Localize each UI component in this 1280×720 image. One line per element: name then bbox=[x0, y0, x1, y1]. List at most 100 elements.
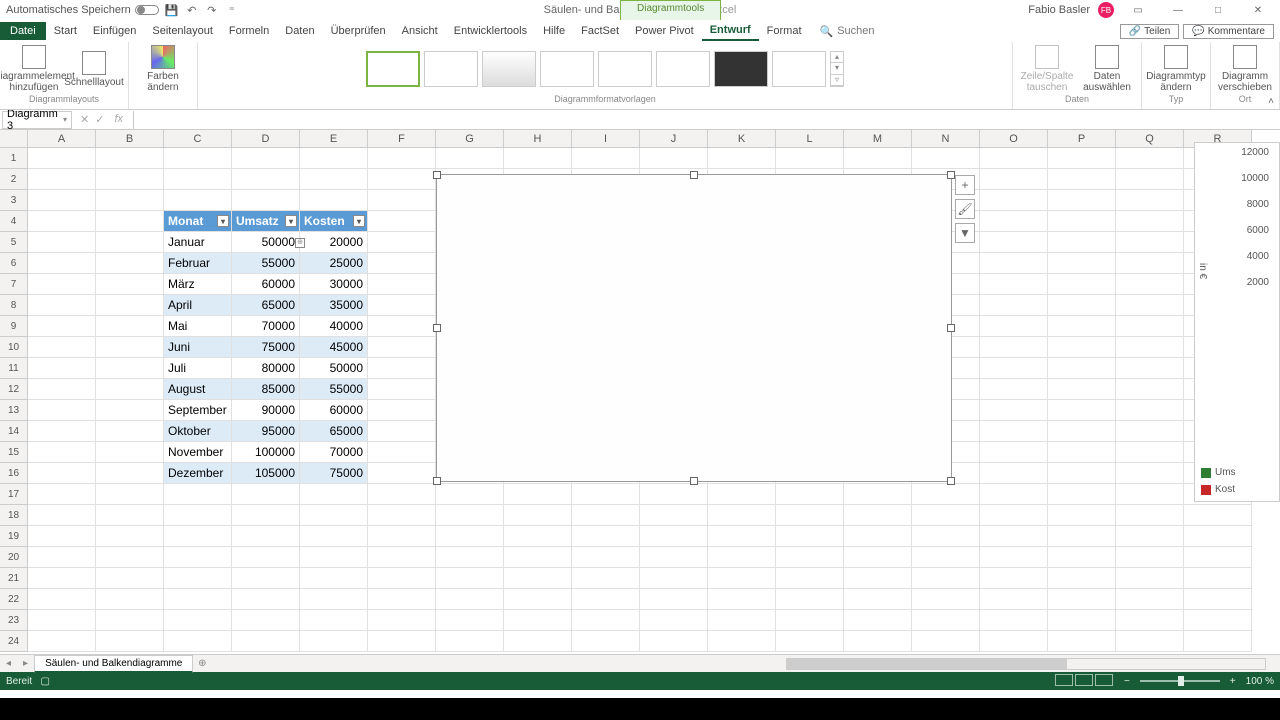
cell[interactable] bbox=[164, 526, 232, 547]
menu-formeln[interactable]: Formeln bbox=[221, 22, 277, 40]
cell[interactable] bbox=[1116, 337, 1184, 358]
row-header[interactable]: 6 bbox=[0, 253, 28, 274]
cell[interactable] bbox=[980, 253, 1048, 274]
cell[interactable] bbox=[164, 169, 232, 190]
cell[interactable] bbox=[300, 610, 368, 631]
cell[interactable] bbox=[368, 274, 436, 295]
cell[interactable]: Februar bbox=[164, 253, 232, 274]
cell[interactable] bbox=[980, 463, 1048, 484]
cell[interactable] bbox=[368, 526, 436, 547]
cell[interactable] bbox=[300, 148, 368, 169]
cell[interactable]: Monat▾ bbox=[164, 211, 232, 232]
cell[interactable] bbox=[504, 148, 572, 169]
cell[interactable] bbox=[300, 526, 368, 547]
cell[interactable] bbox=[232, 505, 300, 526]
menu-start[interactable]: Start bbox=[46, 22, 85, 40]
cell[interactable] bbox=[504, 589, 572, 610]
cancel-formula-icon[interactable]: ✕ bbox=[80, 113, 89, 126]
cell[interactable] bbox=[1048, 148, 1116, 169]
cell[interactable] bbox=[980, 547, 1048, 568]
cell[interactable] bbox=[1116, 547, 1184, 568]
cell[interactable] bbox=[96, 169, 164, 190]
cell[interactable] bbox=[1048, 442, 1116, 463]
menu-factset[interactable]: FactSet bbox=[573, 22, 627, 40]
chart-filter-icon[interactable]: ▼ bbox=[955, 223, 975, 243]
cell[interactable] bbox=[436, 589, 504, 610]
menu-seitenlayout[interactable]: Seitenlayout bbox=[144, 22, 221, 40]
cell[interactable]: Juni bbox=[164, 337, 232, 358]
cell[interactable] bbox=[1116, 211, 1184, 232]
switch-row-col-button[interactable]: Zeile/Spalte tauschen bbox=[1019, 45, 1075, 93]
cell[interactable] bbox=[640, 484, 708, 505]
cell[interactable] bbox=[708, 589, 776, 610]
cell[interactable] bbox=[28, 274, 96, 295]
cell[interactable] bbox=[1116, 589, 1184, 610]
cell[interactable]: 100000 bbox=[232, 442, 300, 463]
cell[interactable] bbox=[164, 484, 232, 505]
menu-power pivot[interactable]: Power Pivot bbox=[627, 22, 702, 40]
cell[interactable] bbox=[300, 631, 368, 652]
cell[interactable] bbox=[1116, 610, 1184, 631]
cell[interactable] bbox=[572, 484, 640, 505]
menu-datei[interactable]: Datei bbox=[0, 22, 46, 40]
cell[interactable]: 80000 bbox=[232, 358, 300, 379]
cell[interactable]: 55000 bbox=[232, 253, 300, 274]
cell[interactable] bbox=[96, 190, 164, 211]
cell[interactable] bbox=[232, 148, 300, 169]
cell[interactable] bbox=[28, 232, 96, 253]
col-header[interactable]: H bbox=[504, 130, 572, 148]
cell[interactable] bbox=[1116, 526, 1184, 547]
cell[interactable] bbox=[164, 568, 232, 589]
cell[interactable] bbox=[980, 316, 1048, 337]
filter-icon[interactable]: ▾ bbox=[285, 215, 297, 227]
cell[interactable] bbox=[300, 484, 368, 505]
cell[interactable] bbox=[368, 421, 436, 442]
cell[interactable] bbox=[368, 316, 436, 337]
chart-elements-icon[interactable]: + bbox=[955, 175, 975, 195]
cell[interactable] bbox=[96, 526, 164, 547]
row-header[interactable]: 19 bbox=[0, 526, 28, 547]
resize-handle[interactable] bbox=[947, 477, 955, 485]
col-header[interactable]: F bbox=[368, 130, 436, 148]
macro-record-icon[interactable]: ▢ bbox=[40, 676, 49, 687]
menu-format[interactable]: Format bbox=[759, 22, 810, 40]
row-header[interactable]: 15 bbox=[0, 442, 28, 463]
comments-button[interactable]: 💬 Kommentare bbox=[1183, 24, 1274, 39]
cell[interactable] bbox=[232, 568, 300, 589]
cell[interactable] bbox=[28, 379, 96, 400]
cell[interactable] bbox=[1184, 505, 1252, 526]
cell[interactable] bbox=[1048, 463, 1116, 484]
cell[interactable] bbox=[368, 148, 436, 169]
cell[interactable] bbox=[1116, 190, 1184, 211]
menu-einfügen[interactable]: Einfügen bbox=[85, 22, 144, 40]
cell[interactable] bbox=[96, 211, 164, 232]
cell[interactable] bbox=[1116, 148, 1184, 169]
cell[interactable] bbox=[232, 169, 300, 190]
row-header[interactable]: 18 bbox=[0, 505, 28, 526]
cell[interactable] bbox=[300, 547, 368, 568]
cell[interactable] bbox=[844, 505, 912, 526]
cell[interactable] bbox=[708, 526, 776, 547]
cell[interactable] bbox=[844, 631, 912, 652]
move-chart-button[interactable]: Diagramm verschieben bbox=[1217, 45, 1273, 93]
chart-style-7[interactable] bbox=[714, 51, 768, 87]
secondary-chart[interactable]: 12000 10000 8000 6000 4000 2000 in € Ums… bbox=[1194, 142, 1280, 502]
cell[interactable] bbox=[776, 589, 844, 610]
cell[interactable] bbox=[980, 442, 1048, 463]
cell[interactable] bbox=[28, 190, 96, 211]
confirm-formula-icon[interactable]: ✓ bbox=[95, 113, 104, 126]
cell[interactable] bbox=[96, 589, 164, 610]
add-sheet-icon[interactable]: ⊕ bbox=[193, 658, 211, 669]
cell[interactable] bbox=[232, 190, 300, 211]
cell[interactable] bbox=[368, 253, 436, 274]
change-colors-button[interactable]: Farben ändern bbox=[135, 45, 191, 93]
cell[interactable] bbox=[368, 295, 436, 316]
row-header[interactable]: 3 bbox=[0, 190, 28, 211]
cell[interactable] bbox=[28, 547, 96, 568]
cell[interactable]: Juli bbox=[164, 358, 232, 379]
resize-handle[interactable] bbox=[433, 324, 441, 332]
cell[interactable] bbox=[96, 295, 164, 316]
cell[interactable] bbox=[28, 211, 96, 232]
cell[interactable]: Januar bbox=[164, 232, 232, 253]
name-box[interactable]: Diagramm 3▾ bbox=[2, 111, 72, 129]
